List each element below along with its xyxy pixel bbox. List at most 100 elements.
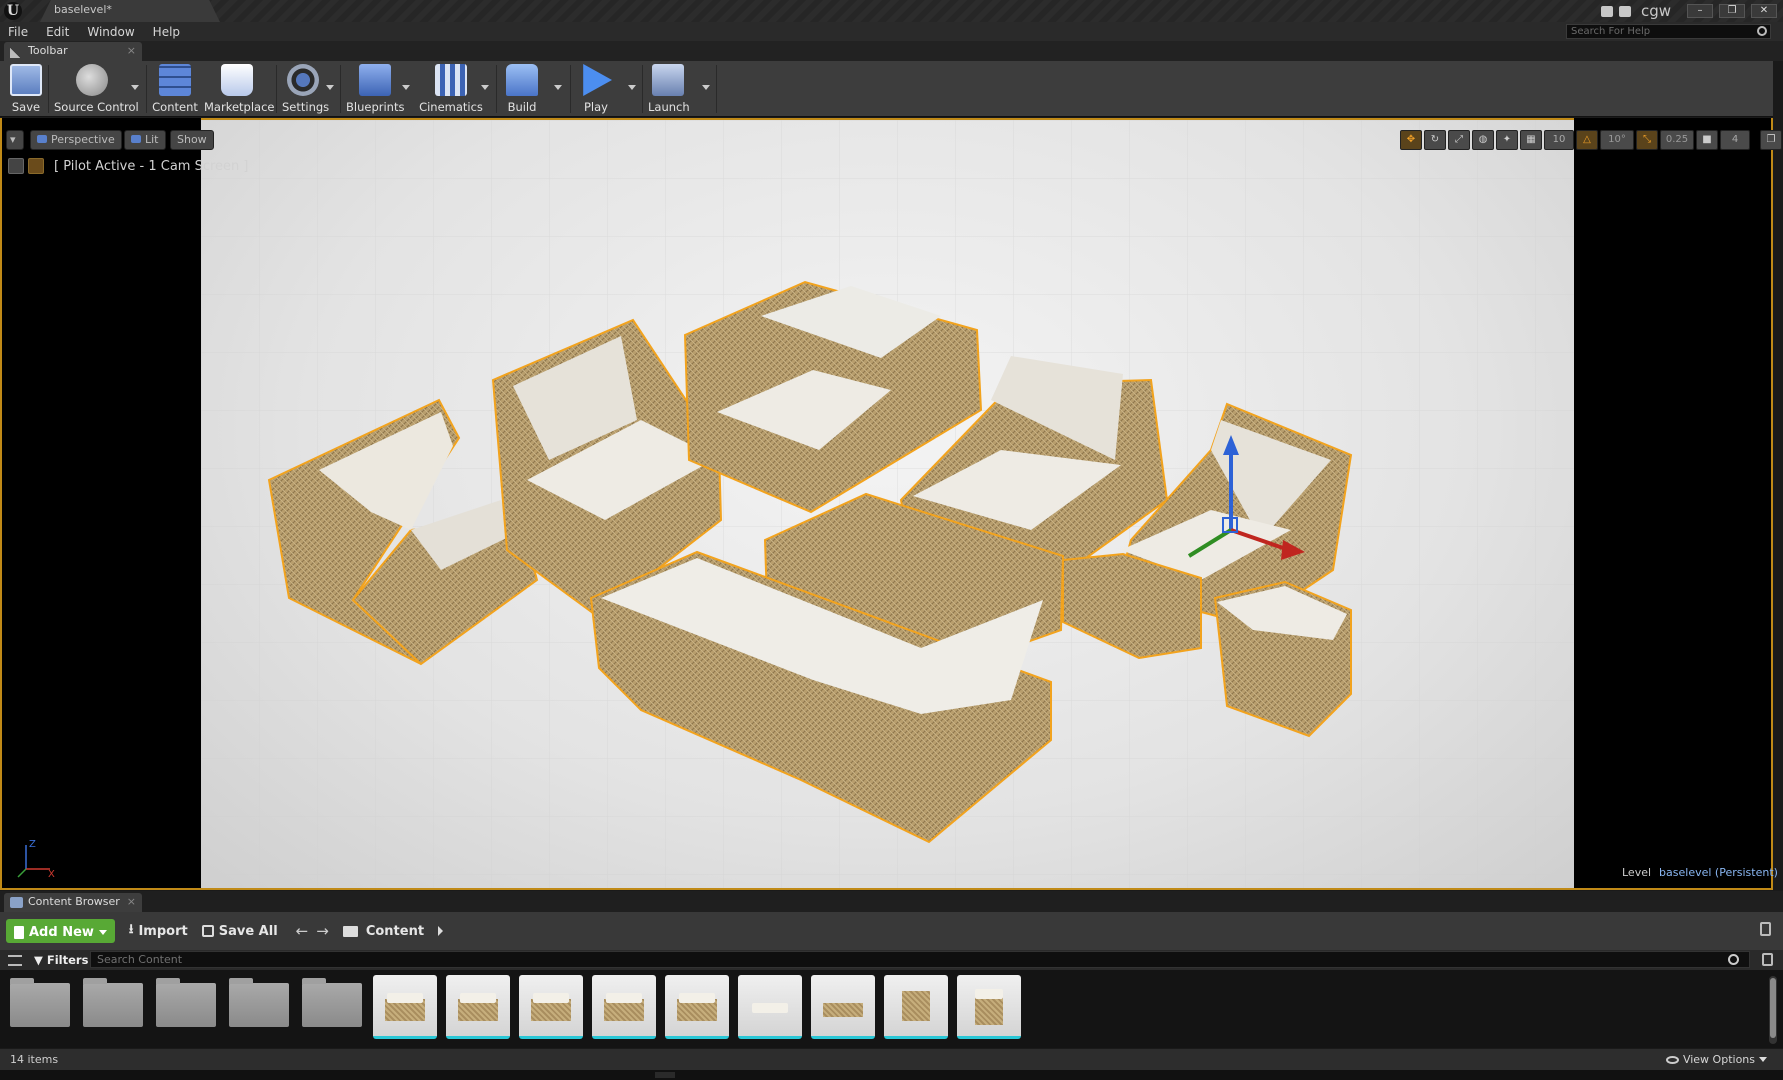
folder-icon[interactable] — [229, 978, 289, 1027]
folder-icon[interactable] — [156, 978, 216, 1027]
search-content-input[interactable]: Search Content — [90, 951, 1750, 968]
minimize-button[interactable]: – — [1687, 4, 1713, 18]
surface-snap-icon[interactable]: ✦ — [1496, 130, 1518, 150]
static-mesh-thumbnail[interactable] — [446, 975, 510, 1039]
play-dropdown-icon[interactable] — [628, 85, 636, 90]
static-mesh-thumbnail[interactable] — [373, 975, 437, 1039]
lock-camera-icon[interactable] — [28, 158, 44, 174]
toolbar-tab[interactable]: Toolbar × — [4, 42, 142, 61]
save-icon — [10, 64, 42, 96]
save-button[interactable]: Save — [8, 64, 44, 116]
menu-edit[interactable]: Edit — [46, 25, 69, 39]
source-control-button[interactable]: Source Control — [54, 64, 139, 116]
folder-icon[interactable] — [302, 978, 362, 1027]
source-control-dropdown-icon[interactable] — [131, 85, 139, 90]
level-name[interactable]: baselevel (Persistent) — [1659, 866, 1778, 879]
help-search-input[interactable]: Search For Help — [1566, 24, 1771, 39]
import-button[interactable]: ⭳ Import — [129, 920, 188, 942]
eject-icon[interactable] — [8, 158, 24, 174]
marketplace-button[interactable]: Marketplace — [204, 64, 274, 116]
rotation-snap-value[interactable]: 10° — [1600, 130, 1634, 150]
level-document-tab[interactable]: baselevel* — [40, 0, 220, 22]
save-all-button[interactable]: Save All — [201, 924, 278, 939]
settings-dropdown-icon[interactable] — [326, 85, 334, 90]
breadcrumb-content[interactable]: Content — [366, 924, 424, 939]
build-dropdown-icon[interactable] — [554, 85, 562, 90]
viewport-options-button[interactable]: ▾ — [6, 130, 24, 150]
axis-indicator-icon: Z X — [17, 839, 55, 879]
close-icon[interactable]: × — [127, 895, 136, 908]
play-button[interactable]: Play — [576, 64, 616, 116]
folder-icon — [342, 925, 358, 937]
chat-icon[interactable] — [1600, 5, 1613, 17]
static-mesh-thumbnail[interactable] — [592, 975, 656, 1039]
back-arrow-icon[interactable]: ← — [296, 922, 309, 940]
launch-dropdown-icon[interactable] — [702, 85, 710, 90]
cinematics-label: Cinematics — [419, 100, 483, 114]
static-mesh-thumbnail[interactable] — [811, 975, 875, 1039]
breadcrumb-arrow-icon[interactable] — [438, 926, 444, 936]
close-button[interactable]: ✕ — [1751, 4, 1777, 18]
grid-snap-icon[interactable]: ▦ — [1520, 130, 1542, 150]
scale-mode-icon[interactable]: ⤢ — [1448, 130, 1470, 150]
import-icon: ⭳ — [128, 922, 134, 937]
content-browser-tab[interactable]: Content Browser × — [4, 893, 142, 912]
add-new-button[interactable]: Add New — [6, 919, 115, 943]
view-options-button[interactable]: View Options — [1665, 1053, 1767, 1066]
cinematics-icon — [435, 64, 467, 96]
camera-speed-value[interactable]: 4 — [1720, 130, 1750, 150]
settings-icon — [287, 64, 319, 96]
history-navigation: ← → — [296, 922, 329, 940]
lit-sphere-icon — [131, 135, 141, 143]
blueprints-button[interactable]: Blueprints — [346, 64, 404, 116]
scale-snap-value[interactable]: 0.25 — [1660, 130, 1694, 150]
static-mesh-thumbnail[interactable] — [957, 975, 1021, 1039]
save-search-icon[interactable] — [1762, 953, 1773, 966]
level-viewport[interactable] — [201, 120, 1574, 890]
perspective-button[interactable]: Perspective — [30, 130, 122, 150]
asset-view[interactable] — [0, 970, 1783, 1060]
restore-button[interactable]: ❐ — [1719, 4, 1745, 18]
item-count: 14 items — [10, 1053, 59, 1066]
menu-window[interactable]: Window — [87, 25, 134, 39]
world-space-icon[interactable]: ◍ — [1472, 130, 1494, 150]
camera-speed-icon[interactable]: ■ — [1696, 130, 1718, 150]
rotation-snap-icon[interactable]: △ — [1576, 130, 1598, 150]
static-mesh-thumbnail[interactable] — [665, 975, 729, 1039]
toolbar-separator — [276, 65, 277, 113]
grid-snap-value[interactable]: 10 — [1544, 130, 1574, 150]
static-mesh-thumbnail[interactable] — [884, 975, 948, 1039]
scale-snap-icon[interactable]: ⤡ — [1636, 130, 1658, 150]
lit-mode-button[interactable]: Lit — [124, 130, 166, 150]
menu-help[interactable]: Help — [153, 25, 180, 39]
blueprints-dropdown-icon[interactable] — [402, 85, 410, 90]
add-new-label: Add New — [29, 925, 94, 940]
asset-scrollbar[interactable] — [1769, 976, 1777, 1044]
lock-icon[interactable] — [1760, 922, 1771, 936]
static-mesh-thumbnail[interactable] — [738, 975, 802, 1039]
help-search-placeholder: Search For Help — [1571, 26, 1651, 37]
translate-mode-icon[interactable]: ✥ — [1400, 130, 1422, 150]
rotate-mode-icon[interactable]: ↻ — [1424, 130, 1446, 150]
menu-file[interactable]: File — [8, 25, 28, 39]
maximize-viewport-icon[interactable]: ❐ — [1760, 130, 1782, 150]
filter-funnel-icon: ▼ — [34, 953, 43, 967]
level-indicator: Level baselevel (Persistent) — [1622, 866, 1778, 879]
close-icon[interactable]: × — [127, 44, 136, 57]
blueprints-icon — [359, 64, 391, 96]
folder-icon[interactable] — [10, 978, 70, 1027]
build-button[interactable]: Build — [502, 64, 542, 116]
toolbar-separator — [716, 65, 717, 113]
cinematics-dropdown-icon[interactable] — [481, 85, 489, 90]
cinematics-button[interactable]: Cinematics — [418, 64, 484, 116]
forward-arrow-icon[interactable]: → — [316, 922, 329, 940]
sources-panel-icon[interactable] — [8, 954, 22, 966]
source-control-status-icon[interactable] — [1618, 5, 1631, 17]
show-button[interactable]: Show — [170, 130, 214, 150]
static-mesh-thumbnail[interactable] — [519, 975, 583, 1039]
folder-icon[interactable] — [83, 978, 143, 1027]
settings-button[interactable]: Settings — [282, 64, 329, 116]
content-button[interactable]: Content — [152, 64, 198, 116]
blueprints-label: Blueprints — [346, 100, 405, 114]
launch-button[interactable]: Launch — [648, 64, 690, 116]
